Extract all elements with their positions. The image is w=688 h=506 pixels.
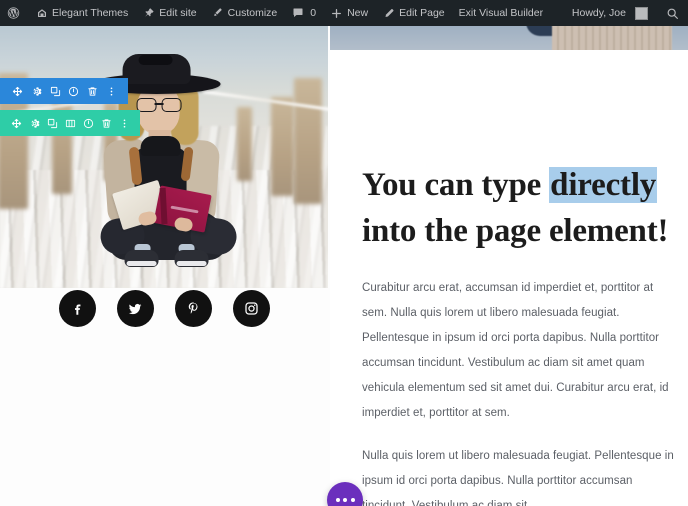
pinterest-icon	[186, 301, 201, 316]
adminbar-howdy[interactable]: Howdy, Joe	[565, 0, 656, 26]
social-button-instagram[interactable]	[232, 290, 270, 327]
adminbar-item-customize[interactable]: Customize	[204, 0, 285, 26]
adminbar-label-new: New	[347, 7, 369, 19]
adminbar-label-edit-site: Edit site	[159, 7, 197, 19]
adminbar-comment-count: 0	[310, 7, 317, 19]
site-icon	[35, 7, 48, 20]
ellipsis-dot	[350, 498, 355, 502]
hero-image[interactable]	[0, 26, 328, 288]
facebook-icon	[70, 301, 85, 316]
body-paragraph-2[interactable]: Nulla quis lorem ut libero malesuada feu…	[362, 444, 674, 506]
social-button-pinterest[interactable]	[174, 290, 212, 327]
page-content: You can type directly into the page elem…	[0, 26, 688, 506]
pin-icon	[142, 7, 155, 20]
power-icon[interactable]	[64, 78, 83, 104]
pier-post	[271, 96, 294, 197]
move-icon[interactable]	[8, 110, 26, 136]
band-detail-sweater	[552, 26, 672, 52]
adminbar-label-customize: Customize	[227, 7, 278, 19]
ellipsis-vertical-icon[interactable]	[102, 78, 121, 104]
turtleneck	[140, 136, 181, 156]
ellipsis-vertical-icon[interactable]	[115, 110, 133, 136]
wp-admin-bar: Elegant Themes Edit site Customize 0 New…	[0, 0, 688, 26]
adminbar-item-exit-visual-builder[interactable]: Exit Visual Builder	[452, 0, 550, 26]
adminbar-item-edit-site[interactable]: Edit site	[135, 0, 203, 26]
adminbar-howdy-label: Howdy, Joe	[571, 7, 626, 19]
comment-icon	[291, 7, 304, 20]
paintbrush-icon	[211, 7, 224, 20]
shoe-right	[174, 250, 209, 267]
twitter-icon	[127, 301, 143, 317]
adminbar-wp-logo[interactable]	[0, 0, 28, 26]
adminbar-item-new[interactable]: New	[323, 0, 375, 26]
avatar	[635, 6, 648, 20]
hero-image-background	[0, 26, 328, 288]
builder-page: Elegant Themes Edit site Customize 0 New…	[0, 0, 688, 506]
hat-dent	[138, 55, 173, 65]
headline-part-1: You can type	[362, 167, 550, 203]
ellipsis-dot	[335, 498, 340, 502]
power-icon[interactable]	[79, 110, 97, 136]
trash-icon[interactable]	[97, 110, 115, 136]
move-icon[interactable]	[8, 78, 27, 104]
divi-section-toolbar[interactable]	[0, 110, 140, 136]
adminbar-search-button[interactable]	[656, 7, 688, 20]
pier-post	[294, 78, 322, 205]
shoe-left	[124, 250, 159, 267]
divi-row-toolbar[interactable]	[0, 78, 128, 104]
adminbar-item-edit-page[interactable]: Edit Page	[375, 0, 452, 26]
adminbar-account-area[interactable]: Howdy, Joe	[565, 0, 688, 26]
adminbar-label-edit-page: Edit Page	[399, 7, 445, 19]
headline-selected-text: directly	[549, 167, 658, 203]
body-paragraph-1[interactable]: Curabitur arcu erat, accumsan id imperdi…	[362, 276, 674, 426]
gear-icon[interactable]	[27, 78, 46, 104]
social-button-facebook[interactable]	[58, 290, 96, 327]
gear-icon[interactable]	[26, 110, 44, 136]
duplicate-icon[interactable]	[44, 110, 62, 136]
search-icon	[666, 7, 679, 20]
secondary-image-band	[330, 26, 688, 52]
page-title[interactable]: You can type directly into the page elem…	[362, 162, 674, 254]
adminbar-item-site-name[interactable]: Elegant Themes	[28, 0, 135, 26]
pencil-icon	[382, 7, 395, 20]
adminbar-label-exit-visual-builder: Exit Visual Builder	[458, 7, 544, 19]
adminbar-item-comments[interactable]: 0	[284, 0, 323, 26]
ellipsis-dot	[343, 498, 347, 502]
wordpress-logo-icon	[7, 7, 20, 20]
glasses	[136, 98, 182, 112]
duplicate-icon[interactable]	[46, 78, 65, 104]
social-button-twitter[interactable]	[116, 290, 154, 327]
columns-icon[interactable]	[62, 110, 80, 136]
instagram-icon	[244, 301, 259, 316]
plus-icon	[330, 7, 343, 20]
trash-icon[interactable]	[83, 78, 102, 104]
social-follow-row	[0, 290, 328, 327]
text-module[interactable]: You can type directly into the page elem…	[330, 50, 688, 506]
headline-part-2: into the page element!	[362, 213, 669, 249]
adminbar-label-site-name: Elegant Themes	[52, 7, 129, 19]
